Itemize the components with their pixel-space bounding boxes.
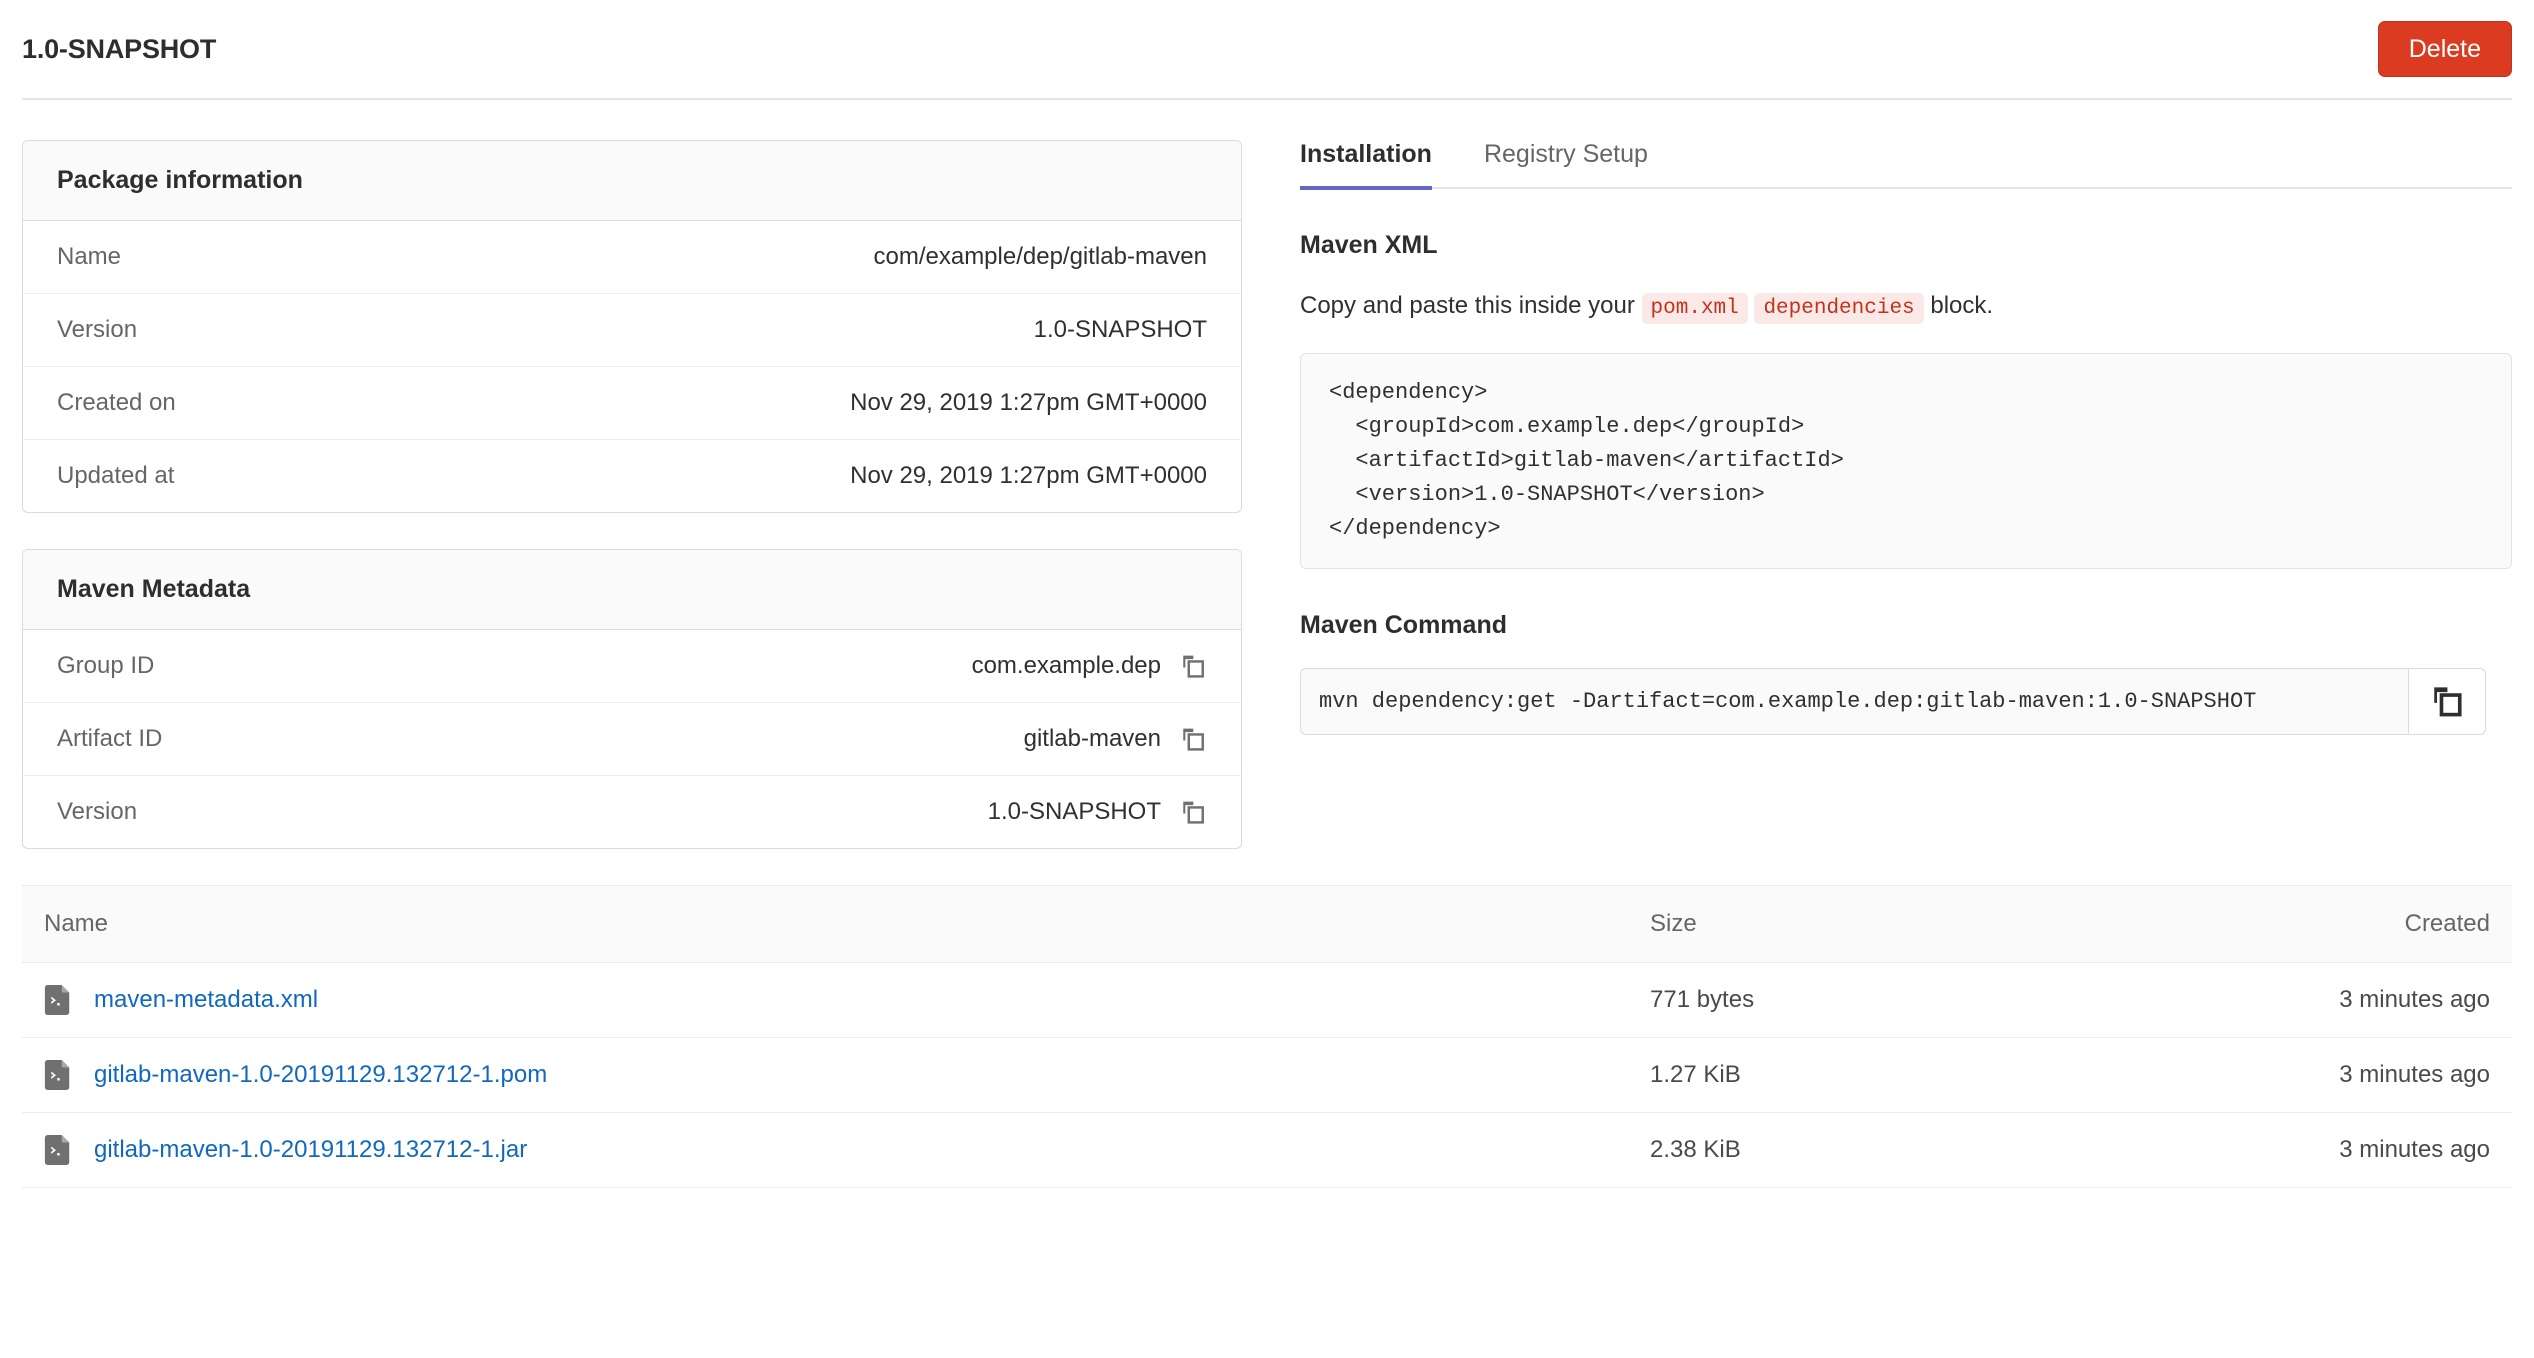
row-value: Nov 29, 2019 1:27pm GMT+0000 [850, 462, 1207, 490]
maven-xml-title: Maven XML [1300, 231, 2512, 260]
package-info-row-created-on: Created on Nov 29, 2019 1:27pm GMT+0000 [23, 367, 1241, 440]
maven-metadata-card: Maven Metadata Group ID com.example.dep … [22, 549, 1242, 849]
file-size: 2.38 KiB [1650, 1136, 2070, 1164]
column-header-name: Name [44, 910, 1650, 938]
files-table-header: Name Size Created [22, 885, 2512, 963]
maven-metadata-row-group-id: Group ID com.example.dep [23, 630, 1241, 703]
row-label: Version [57, 798, 137, 826]
copy-icon[interactable] [1179, 725, 1207, 753]
installation-tabs: Installation Registry Setup [1300, 140, 2512, 189]
file-link[interactable]: gitlab-maven-1.0-20191129.132712-1.pom [94, 1061, 547, 1089]
delete-button[interactable]: Delete [2378, 21, 2512, 78]
file-link[interactable]: gitlab-maven-1.0-20191129.132712-1.jar [94, 1136, 527, 1164]
row-value: gitlab-maven [1024, 725, 1161, 753]
row-value: 1.0-SNAPSHOT [1034, 316, 1207, 344]
file-code-icon [44, 985, 72, 1015]
row-value: com/example/dep/gitlab-maven [873, 243, 1207, 271]
package-information-title: Package information [23, 141, 1241, 221]
maven-xml-description: Copy and paste this inside your pom.xml … [1300, 288, 2512, 325]
files-table: Name Size Created maven-metadata.xml 771… [22, 885, 2512, 1188]
xml-desc-prefix: Copy and paste this inside your [1300, 292, 1635, 319]
copy-icon[interactable] [1179, 798, 1207, 826]
file-created: 3 minutes ago [2070, 1136, 2490, 1164]
package-info-row-name: Name com/example/dep/gitlab-maven [23, 221, 1241, 294]
page-header: 1.0-SNAPSHOT Delete [22, 0, 2512, 100]
xml-desc-suffix: block. [1930, 292, 1993, 319]
row-label: Group ID [57, 652, 154, 680]
maven-xml-snippet: <dependency> <groupId>com.example.dep</g… [1300, 353, 2512, 569]
row-label: Artifact ID [57, 725, 162, 753]
file-size: 1.27 KiB [1650, 1061, 2070, 1089]
row-value: 1.0-SNAPSHOT [988, 798, 1161, 826]
page-title: 1.0-SNAPSHOT [22, 34, 216, 65]
tab-installation[interactable]: Installation [1300, 140, 1432, 190]
row-value: Nov 29, 2019 1:27pm GMT+0000 [850, 389, 1207, 417]
table-row: gitlab-maven-1.0-20191129.132712-1.jar 2… [22, 1113, 2512, 1188]
file-link[interactable]: maven-metadata.xml [94, 986, 318, 1014]
right-column: Installation Registry Setup Maven XML Co… [1242, 100, 2512, 885]
table-row: gitlab-maven-1.0-20191129.132712-1.pom 1… [22, 1038, 2512, 1113]
maven-command-input-group [1300, 668, 2486, 735]
left-column: Package information Name com/example/dep… [22, 100, 1242, 885]
file-code-icon [44, 1135, 72, 1165]
file-created: 3 minutes ago [2070, 986, 2490, 1014]
row-value: com.example.dep [972, 652, 1161, 680]
copy-icon[interactable] [2408, 668, 2486, 735]
inline-code-dependencies: dependencies [1754, 293, 1923, 324]
file-size: 771 bytes [1650, 986, 2070, 1014]
table-row: maven-metadata.xml 771 bytes 3 minutes a… [22, 963, 2512, 1038]
column-header-created: Created [2070, 910, 2490, 938]
row-label: Updated at [57, 462, 174, 490]
inline-code-pom-xml: pom.xml [1642, 293, 1748, 324]
maven-command-input[interactable] [1300, 668, 2408, 735]
maven-command-title: Maven Command [1300, 611, 2512, 640]
maven-metadata-row-version: Version 1.0-SNAPSHOT [23, 776, 1241, 848]
file-created: 3 minutes ago [2070, 1061, 2490, 1089]
file-code-icon [44, 1060, 72, 1090]
row-label: Version [57, 316, 137, 344]
maven-metadata-title: Maven Metadata [23, 550, 1241, 630]
row-label: Name [57, 243, 121, 271]
row-label: Created on [57, 389, 176, 417]
package-information-card: Package information Name com/example/dep… [22, 140, 1242, 513]
column-header-size: Size [1650, 910, 2070, 938]
package-info-row-version: Version 1.0-SNAPSHOT [23, 294, 1241, 367]
maven-metadata-row-artifact-id: Artifact ID gitlab-maven [23, 703, 1241, 776]
main-content: Package information Name com/example/dep… [0, 100, 2534, 885]
copy-icon[interactable] [1179, 652, 1207, 680]
package-info-row-updated-at: Updated at Nov 29, 2019 1:27pm GMT+0000 [23, 440, 1241, 512]
tab-registry-setup[interactable]: Registry Setup [1484, 140, 1648, 190]
